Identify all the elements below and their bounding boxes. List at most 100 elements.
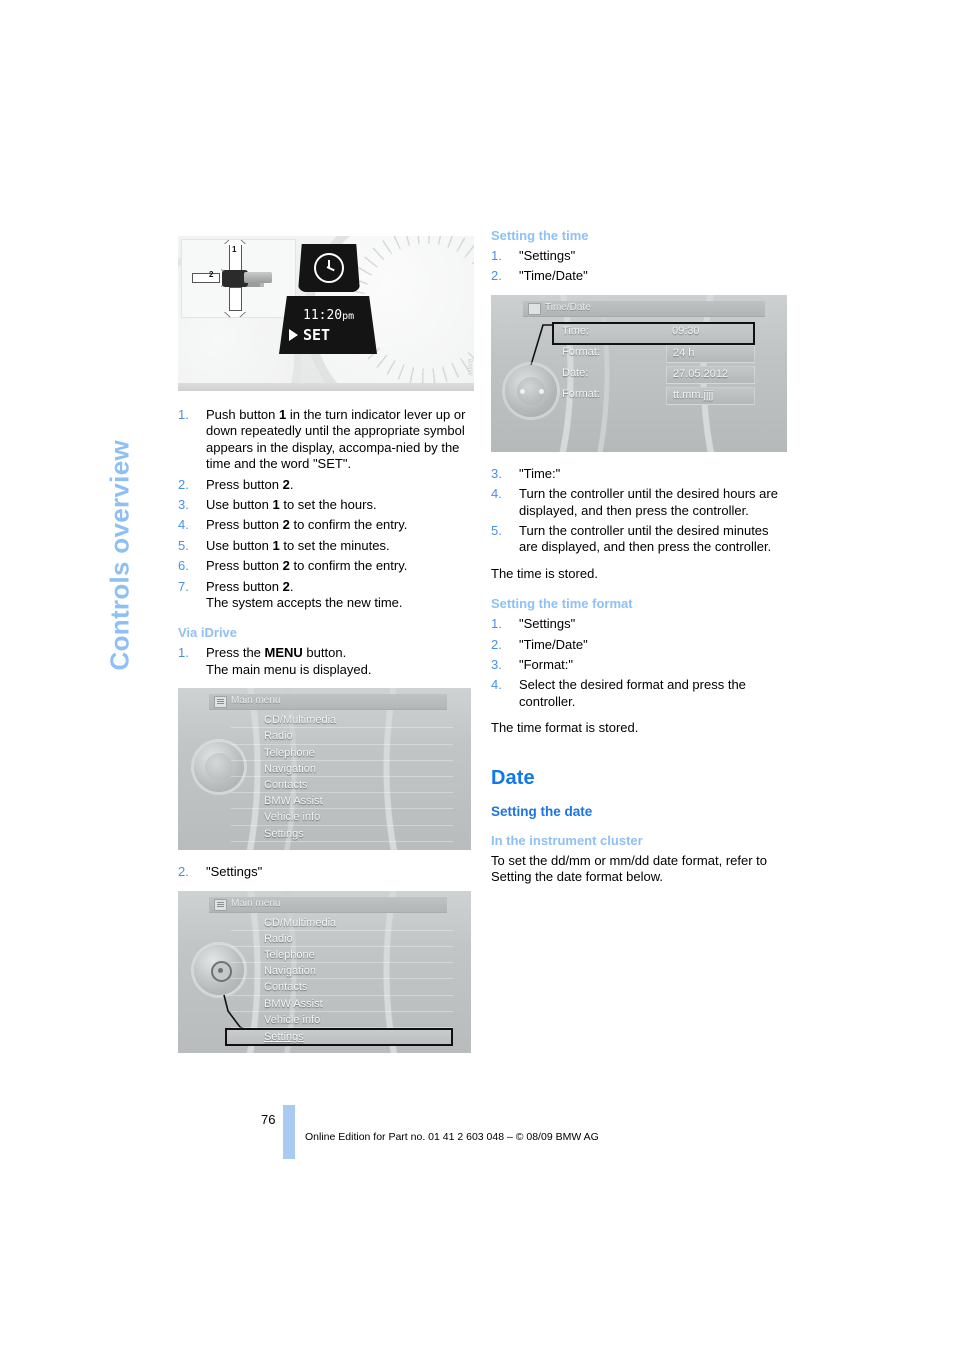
list-item: "Settings" xyxy=(178,864,263,881)
figure-watermark: BMW xyxy=(466,359,472,377)
menu-item-contacts[interactable]: Contacts xyxy=(231,777,453,794)
list-item: "Settings" xyxy=(491,616,576,633)
lcd-meridiem: pm xyxy=(342,311,355,322)
footer-note: Online Edition for Part no. 01 41 2 603 … xyxy=(305,1131,599,1143)
lever-arm xyxy=(244,272,272,283)
idrive-main-menu-screenshot-2: Main menu CD/Multimedia Radio Telephone … xyxy=(178,890,471,1053)
row-label: Time: xyxy=(562,324,590,337)
knob-dot-left xyxy=(520,388,525,394)
manual-page: Controls overview 1 2 11:20pm SET BMW Pu… xyxy=(0,0,954,1350)
lcd-set-label: SET xyxy=(303,326,331,344)
menu-item-label: Contacts xyxy=(264,779,308,792)
menu-item-label: Telephone xyxy=(264,746,315,759)
menu-item-label: BMW Assist xyxy=(264,997,323,1010)
page-number: 76 xyxy=(261,1112,276,1127)
screen-titlebar: Main menu xyxy=(209,694,447,711)
menu-item-label: Settings xyxy=(264,827,304,840)
menu-item-vehicle-info[interactable]: Vehicle info xyxy=(231,1012,453,1028)
callout-2: 2 xyxy=(209,270,214,279)
menu-list: CD/Multimedia Radio Telephone Navigation… xyxy=(231,712,453,842)
list-item: Press button 2. xyxy=(178,476,294,494)
lcd-time-display: 11:20pm SET xyxy=(279,296,377,354)
chapter-tab-label: Controls overview xyxy=(104,440,135,671)
setting-the-time-format-heading: Setting the time format xyxy=(491,596,633,612)
menu-item-label: Navigation xyxy=(264,965,316,978)
list-item: "Time/Date" xyxy=(491,636,588,654)
time-date-row-date[interactable]: Date: 27.05.2012 xyxy=(554,365,755,384)
row-value: 24 h xyxy=(673,346,695,359)
idrive-steps-list-1: Press the MENU button. The main menu is d… xyxy=(178,645,474,678)
menu-item-bmw-assist[interactable]: BMW Assist xyxy=(231,793,453,810)
menu-item-navigation[interactable]: Navigation xyxy=(231,963,453,980)
arrow-down-icon xyxy=(229,287,242,311)
idrive-main-menu-screenshot-1: Main menu CD/Multimedia Radio Telephone … xyxy=(178,688,471,851)
row-value-box: 09:30 xyxy=(666,324,753,340)
setting-the-time-heading: Setting the time xyxy=(491,228,589,243)
lcd-time-digits: 11:20 xyxy=(303,308,343,323)
list-item: Push button 1 in the turn indicator leve… xyxy=(178,407,466,472)
menu-item-radio[interactable]: Radio xyxy=(231,931,453,948)
menu-item-label: Vehicle info xyxy=(264,1013,321,1026)
row-value-box: tt.mm.jjjj xyxy=(666,386,755,405)
row-value: 09:30 xyxy=(672,324,700,337)
time-format-stored-note: The time format is stored. xyxy=(491,720,639,736)
menu-item-label: Contacts xyxy=(264,981,308,994)
screen-title: Time/Date xyxy=(545,301,591,313)
chapter-tab: Controls overview xyxy=(0,0,135,1350)
callout-1: 1 xyxy=(232,245,237,254)
menu-item-contacts[interactable]: Contacts xyxy=(231,979,453,996)
cluster-steps-list: Push button 1 in the turn indicator leve… xyxy=(178,407,474,611)
menu-item-cd-multimedia[interactable]: CD/Multimedia xyxy=(231,915,453,931)
clock-icon xyxy=(314,253,344,283)
via-idrive-heading: Via iDrive xyxy=(178,625,238,641)
controller-knob xyxy=(505,364,557,417)
figure-base-strip xyxy=(178,383,474,391)
time-date-row-time[interactable]: Time: 09:30 xyxy=(552,321,755,345)
idrive-steps-list-2: "Settings" xyxy=(178,864,474,881)
screen-titlebar: Time/Date xyxy=(523,300,765,317)
list-item: Use button 1 to set the hours. xyxy=(178,497,377,514)
menu-item-label: CD/Multimedia xyxy=(264,714,337,727)
menu-icon xyxy=(214,696,227,709)
in-the-instrument-cluster-heading: In the instrument cluster xyxy=(491,832,643,848)
setting-the-date-heading: Setting the date xyxy=(491,803,593,819)
time-date-row-date-format[interactable]: Format: tt.mm.jjjj xyxy=(554,386,755,405)
menu-item-bmw-assist[interactable]: BMW Assist xyxy=(231,996,453,1012)
row-value: tt.mm.jjjj xyxy=(673,388,714,401)
menu-item-label: BMW Assist xyxy=(264,795,323,808)
menu-item-telephone[interactable]: Telephone xyxy=(231,947,453,964)
list-item: "Time/Date" xyxy=(491,268,588,285)
menu-item-settings-selected[interactable]: Settings xyxy=(225,1028,453,1046)
row-label: Date: xyxy=(562,366,589,379)
instrument-cluster-figure: 1 2 11:20pm SET BMW xyxy=(178,236,474,391)
menu-item-settings[interactable]: Settings xyxy=(231,826,453,842)
menu-item-label: Navigation xyxy=(264,762,316,775)
row-value: 27.05.2012 xyxy=(673,367,729,380)
menu-item-radio[interactable]: Radio xyxy=(231,728,453,745)
menu-item-navigation[interactable]: Navigation xyxy=(231,761,453,778)
turn-indicator-lever-inset: 1 2 xyxy=(181,239,296,318)
menu-item-telephone[interactable]: Telephone xyxy=(231,745,453,761)
instrument-cluster-text: To set the dd/mm or mm/dd date format, r… xyxy=(491,852,767,885)
menu-item-vehicle-info[interactable]: Vehicle info xyxy=(231,809,453,826)
list-item: Turn the controller until the desired ho… xyxy=(491,486,778,518)
menu-item-label: Telephone xyxy=(264,949,315,962)
menu-item-label: Settings xyxy=(264,1031,304,1043)
setting-time-steps-a: "Settings" "Time/Date" xyxy=(491,248,787,285)
clock-menu-icon xyxy=(528,302,541,315)
row-value-box: 27.05.2012 xyxy=(666,365,755,384)
menu-item-cd-multimedia[interactable]: CD/Multimedia xyxy=(231,712,453,729)
list-item: Press the MENU button. The main menu is d… xyxy=(178,645,372,677)
date-section-heading: Date xyxy=(491,766,535,789)
arrow-left-icon xyxy=(192,273,220,283)
menu-item-label: Radio xyxy=(264,932,293,945)
lcd-pointer-icon xyxy=(289,329,298,341)
idrive-step1-note: The main menu is displayed. xyxy=(206,661,372,677)
time-date-row-time-format[interactable]: Format: 24 h xyxy=(554,344,755,363)
lcd-clock-symbol xyxy=(298,244,360,292)
list-item: Turn the controller until the desired mi… xyxy=(491,523,772,555)
time-format-steps: "Settings" "Time/Date" "Format:" Select … xyxy=(491,616,787,710)
lcd-time-value: 11:20pm xyxy=(303,308,354,323)
right-column: Setting the time "Settings" "Time/Date" … xyxy=(491,228,787,895)
menu-item-label: Vehicle info xyxy=(264,811,321,824)
